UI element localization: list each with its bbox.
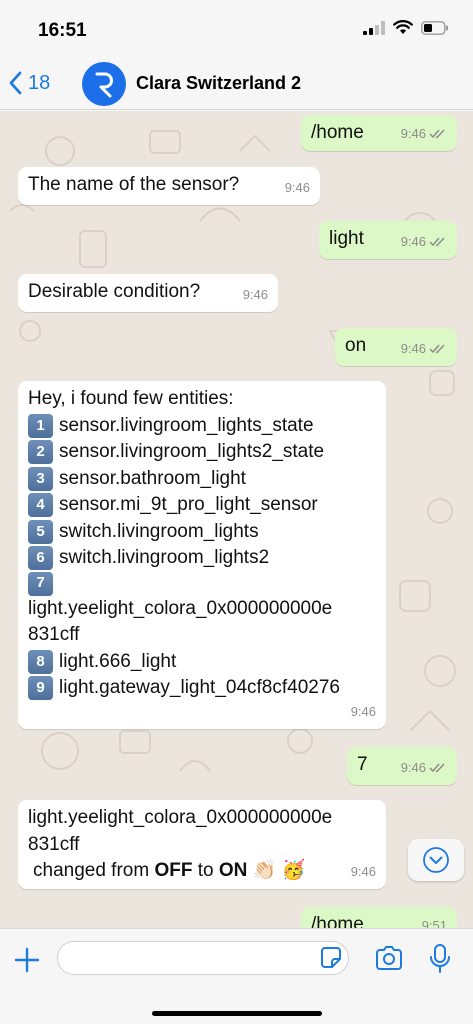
- message-time: 9:46: [400, 125, 426, 141]
- chat-area[interactable]: /home 9:46 The name of the sensor? 9:46 …: [0, 111, 473, 928]
- number-badge: 6: [28, 546, 53, 571]
- chat-header: 18 Clara Switzerland 2: [0, 58, 473, 110]
- incoming-message[interactable]: The name of the sensor? 9:46: [18, 167, 320, 205]
- message-meta: 9:46: [285, 175, 310, 202]
- number-badge: 2: [28, 440, 53, 465]
- message-text: Hey, i found few entities:: [28, 388, 234, 409]
- entity-name-continued: 831cff: [28, 624, 80, 645]
- message-time: 9:51: [421, 917, 447, 929]
- entity-name: sensor.livingroom_lights2_state: [59, 441, 325, 462]
- outgoing-message[interactable]: /home 9:51: [301, 907, 457, 928]
- chevron-left-icon: [9, 71, 22, 95]
- message-text: light: [329, 228, 364, 249]
- number-badge: 9: [28, 676, 53, 701]
- chevron-down-icon: [423, 847, 449, 873]
- entity-name: light.666_light: [59, 650, 177, 672]
- message-meta: 9:46: [401, 336, 447, 363]
- message-time: 9:46: [400, 340, 426, 356]
- list-item: 8 light.666_light: [28, 649, 376, 676]
- message-meta: 9:46: [401, 755, 447, 782]
- avatar-logo-icon: [95, 72, 113, 98]
- double-check-icon: [429, 129, 445, 139]
- microphone-icon[interactable]: [428, 943, 452, 975]
- wifi-icon: [393, 20, 413, 34]
- status-change-line: changed from OFF to ON 👏🏻 🥳: [28, 858, 376, 885]
- status-bar: 16:51: [0, 0, 473, 58]
- sticker-icon[interactable]: [318, 945, 344, 971]
- double-check-icon: [429, 237, 445, 247]
- message-meta: 9:46: [401, 229, 447, 256]
- message-text: 831cff: [28, 833, 80, 855]
- list-item: 6 switch.livingroom_lights2: [28, 545, 376, 572]
- battery-icon: [421, 20, 448, 35]
- entity-name: switch.livingroom_lights: [59, 520, 259, 542]
- outgoing-message[interactable]: on 9:46: [335, 328, 457, 366]
- to-word: to: [192, 860, 219, 881]
- number-badge: 1: [28, 413, 53, 438]
- number-badge: 8: [28, 649, 53, 674]
- incoming-message-entity-list[interactable]: Hey, i found few entities: 1 sensor.livin…: [18, 381, 386, 729]
- emoji-reaction: 👏🏻 🥳: [252, 860, 306, 881]
- message-meta: 9:46: [351, 699, 376, 726]
- entity-name: sensor.bathroom_light: [59, 467, 246, 489]
- number-badge: 7: [28, 571, 53, 596]
- entity-name: sensor.livingroom_lights_state: [59, 414, 314, 436]
- plus-icon[interactable]: [12, 945, 42, 975]
- double-check-icon: [429, 763, 445, 773]
- message-time: 9:46: [350, 863, 376, 879]
- entity-name: light.gateway_light_04cf8cf40276: [59, 677, 340, 698]
- from-state: OFF: [154, 860, 193, 881]
- message-text: on: [345, 335, 367, 356]
- incoming-message[interactable]: Desirable condition? 9:46: [18, 274, 278, 312]
- message-time: 9:46: [400, 233, 426, 249]
- avatar[interactable]: [82, 62, 126, 106]
- changed-prefix: changed from: [33, 860, 155, 881]
- outgoing-message[interactable]: 7 9:46: [347, 747, 457, 785]
- entity-name: light.yeelight_colora_0x000000000e: [28, 597, 333, 619]
- entity-name: sensor.mi_9t_pro_light_sensor: [59, 494, 318, 515]
- message-meta: 9:46: [243, 282, 268, 309]
- message-text: light.yeelight_colora_0x000000000e: [28, 807, 333, 828]
- signal-icon: [363, 20, 385, 35]
- entity-name: switch.livingroom_lights2: [59, 547, 270, 568]
- scroll-to-bottom-button[interactable]: [408, 839, 464, 881]
- list-item: 7: [28, 571, 376, 596]
- home-indicator: [152, 1011, 322, 1016]
- list-item: 2 sensor.livingroom_lights2_state: [28, 439, 376, 466]
- message-time: 9:46: [350, 703, 376, 719]
- to-state: ON: [218, 860, 248, 881]
- status-time: 16:51: [38, 20, 87, 41]
- message-time: 9:46: [284, 179, 310, 195]
- double-check-icon: [429, 344, 445, 354]
- outgoing-message[interactable]: light 9:46: [319, 221, 457, 259]
- outgoing-message[interactable]: /home 9:46: [301, 115, 457, 151]
- status-icons: [363, 20, 449, 35]
- message-text: /home: [311, 122, 364, 143]
- message-text: Desirable condition?: [28, 281, 201, 302]
- incoming-message[interactable]: light.yeelight_colora_0x000000000e 831cf…: [18, 800, 386, 889]
- number-badge: 3: [28, 466, 53, 491]
- list-item: 5 switch.livingroom_lights: [28, 519, 376, 546]
- chat-title[interactable]: Clara Switzerland 2: [136, 73, 301, 94]
- list-item: 9 light.gateway_light_04cf8cf40276: [28, 675, 376, 702]
- camera-icon[interactable]: [374, 945, 404, 971]
- message-input-bar: [0, 928, 473, 1024]
- number-badge: 5: [28, 519, 53, 544]
- message-text: /home: [311, 914, 364, 928]
- message-meta: 9:46: [351, 859, 376, 886]
- message-meta: 9:51: [422, 913, 447, 929]
- unread-count[interactable]: 18: [28, 72, 50, 95]
- number-badge: 4: [28, 493, 53, 518]
- message-time: 9:46: [400, 759, 426, 775]
- list-item: 3 sensor.bathroom_light: [28, 466, 376, 493]
- message-text: The name of the sensor?: [28, 174, 240, 195]
- message-input[interactable]: [57, 941, 349, 975]
- list-item: 1 sensor.livingroom_lights_state: [28, 413, 376, 440]
- list-item: 4 sensor.mi_9t_pro_light_sensor: [28, 492, 376, 519]
- back-button[interactable]: 18: [8, 68, 50, 98]
- message-time: 9:46: [242, 286, 268, 302]
- message-meta: 9:46: [401, 121, 447, 148]
- message-text: 7: [357, 754, 368, 775]
